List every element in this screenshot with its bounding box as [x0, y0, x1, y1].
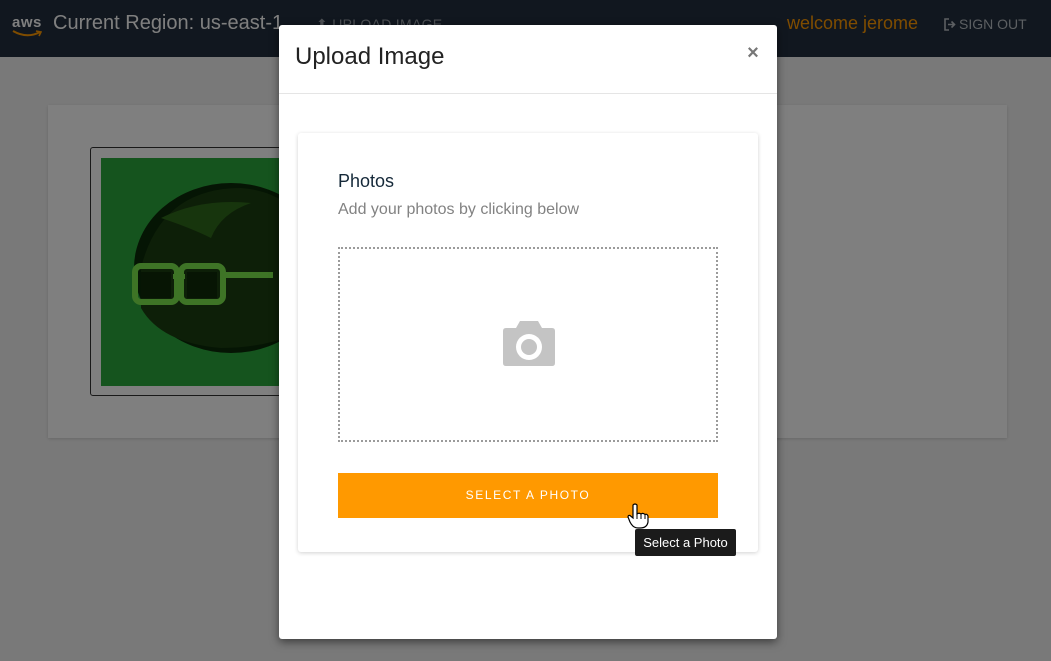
photo-dropzone[interactable]: [338, 247, 718, 442]
select-photo-button[interactable]: SELECT A PHOTO: [338, 473, 718, 518]
page: aws Current Region: us-east-1 ⬆ UPLOAD I…: [0, 0, 1051, 661]
select-photo-tooltip: Select a Photo: [635, 529, 736, 556]
camera-icon: [503, 321, 555, 366]
modal-title: Upload Image: [295, 43, 445, 70]
modal-header: Upload Image ×: [279, 25, 777, 94]
close-icon[interactable]: ×: [745, 42, 761, 64]
hand-cursor-icon: [627, 503, 649, 529]
photos-title: Photos: [338, 171, 395, 191]
photo-picker-card: Photos Add your photos by clicking below…: [298, 133, 758, 552]
photos-subtitle: Add your photos by clicking below: [338, 201, 580, 218]
